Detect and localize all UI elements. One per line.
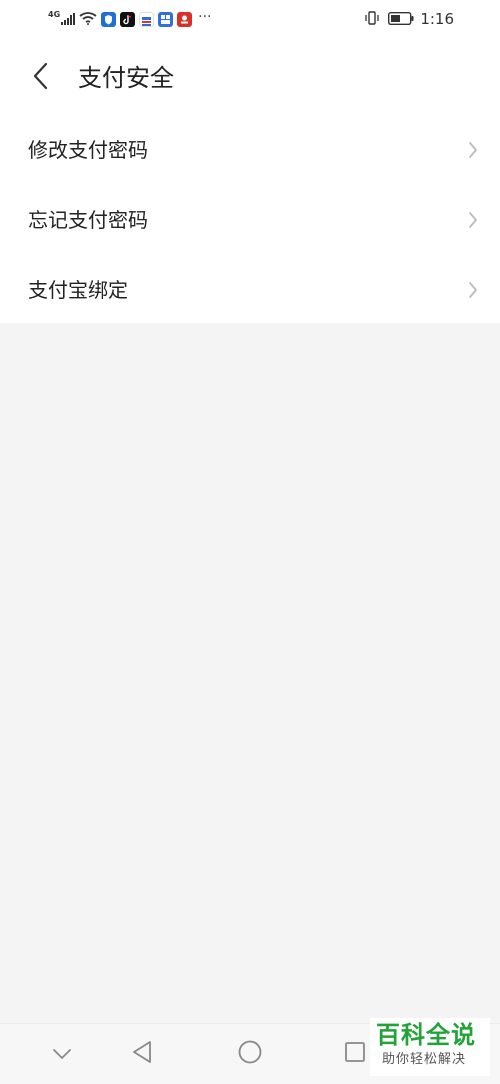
network-type: 4G (48, 10, 61, 19)
chevron-right-icon (466, 210, 480, 230)
watermark-subtitle: 助你轻松解决 (382, 1052, 467, 1067)
chevron-right-icon (466, 280, 480, 300)
tiktok-app-icon (120, 11, 136, 27)
bank-app-icon (139, 11, 155, 27)
battery-icon (388, 10, 414, 29)
status-bar: 4G ··· 1:16 (0, 0, 500, 38)
page-title: 支付安全 (78, 64, 174, 92)
settings-list: 修改支付密码 忘记支付密码 支付宝绑定 (0, 115, 500, 325)
chevron-right-icon (466, 140, 480, 160)
tieba-app-icon (158, 11, 174, 27)
square-recents-icon (344, 1041, 366, 1067)
clock: 1:16 (420, 10, 454, 28)
title-bar: 支付安全 (0, 48, 500, 108)
vibrate-icon (364, 10, 380, 29)
triangle-back-icon (131, 1040, 153, 1068)
nav-recents-button[interactable] (341, 1040, 369, 1068)
list-item-label: 修改支付密码 (28, 138, 148, 162)
status-right: 1:16 (364, 8, 454, 30)
news-app-icon (177, 11, 193, 27)
alipay-binding-item[interactable]: 支付宝绑定 (0, 255, 500, 325)
nav-home-button[interactable] (236, 1040, 264, 1068)
status-left: 4G ··· (48, 8, 212, 30)
hide-nav-button[interactable] (48, 1040, 76, 1068)
wifi-icon (79, 10, 97, 29)
back-arrow-icon (32, 62, 48, 94)
watermark-title: 百科全说 (376, 1021, 476, 1049)
circle-home-icon (237, 1039, 263, 1069)
nav-back-button[interactable] (128, 1040, 156, 1068)
shield-app-icon (101, 11, 117, 27)
signal-icon (61, 10, 76, 29)
back-button[interactable] (20, 58, 60, 98)
change-pay-password-item[interactable]: 修改支付密码 (0, 115, 500, 185)
forgot-pay-password-item[interactable]: 忘记支付密码 (0, 185, 500, 255)
more-notifications: ··· (198, 9, 212, 25)
watermark: 百科全说 助你轻松解决 (370, 1018, 490, 1076)
chevron-down-icon (52, 1045, 72, 1064)
list-item-label: 忘记支付密码 (28, 208, 148, 232)
list-item-label: 支付宝绑定 (28, 278, 128, 302)
